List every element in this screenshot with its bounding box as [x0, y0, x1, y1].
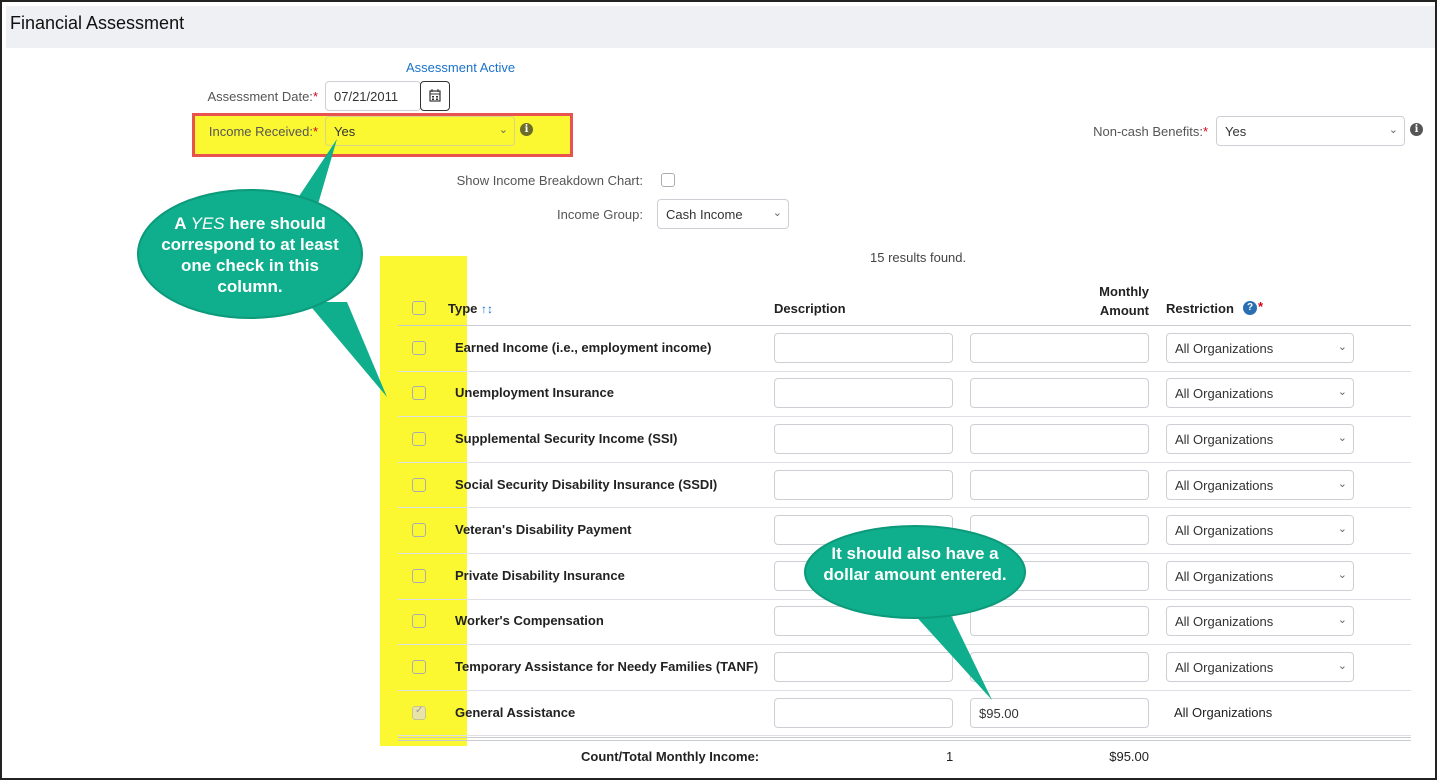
row-type-label: Worker's Compensation — [455, 613, 604, 629]
footer-divider — [398, 737, 1411, 738]
row-type-label: Private Disability Insurance — [455, 567, 625, 583]
row-restriction-select[interactable]: All Organizations ⌄ — [1166, 652, 1354, 682]
row-checkbox[interactable] — [412, 523, 426, 538]
callout-amount-text: It should also have a dollar amount ente… — [823, 544, 1007, 584]
row-restriction-select[interactable]: All Organizations ⌄ — [1166, 469, 1354, 500]
chevron-down-icon: ⌄ — [1337, 568, 1347, 581]
row-checkbox[interactable] — [412, 477, 426, 492]
row-amount-input[interactable] — [970, 378, 1149, 409]
chevron-down-icon: ⌄ — [772, 207, 782, 219]
show-chart-checkbox[interactable] — [661, 173, 675, 187]
row-restriction-select[interactable]: All Organizations ⌄ — [1166, 378, 1354, 409]
row-checkbox[interactable] — [412, 660, 426, 674]
header-divider — [398, 325, 1411, 326]
chevron-down-icon: ⌄ — [1337, 386, 1347, 399]
required-marker: * — [1202, 124, 1208, 139]
column-header-restriction: Restriction — [1166, 301, 1234, 316]
row-amount-input[interactable] — [970, 424, 1149, 454]
footer-total: $95.00 — [1109, 749, 1149, 764]
footer-divider — [398, 740, 1411, 741]
row-restriction-select[interactable]: All Organizations ⌄ — [1166, 332, 1354, 363]
help-icon[interactable]: ? — [1243, 301, 1257, 315]
footer-label: Count/Total Monthly Income: — [581, 749, 760, 764]
row-description-input[interactable] — [774, 469, 953, 500]
assessment-date-label: Assessment Date:* — [207, 89, 318, 104]
app-frame: Financial Assessment Assessment Active A… — [0, 0, 1437, 780]
row-description-input[interactable] — [774, 378, 953, 409]
chevron-down-icon: ⌄ — [1337, 614, 1347, 627]
assessment-date-input[interactable]: 07/21/2011 — [325, 81, 421, 111]
calendar-button[interactable] — [420, 81, 450, 111]
title-bar: Financial Assessment — [6, 6, 1435, 48]
row-type-label: Supplemental Security Income (SSI) — [455, 431, 678, 446]
row-restriction-select[interactable]: All Organizations ⌄ — [1166, 560, 1354, 591]
chevron-down-icon: ⌄ — [1337, 340, 1347, 353]
row-restriction-select[interactable]: All Organizations ⌄ — [1166, 515, 1354, 546]
row-type-label: Social Security Disability Insurance (SS… — [455, 476, 718, 492]
income-group-select[interactable]: Cash Income ⌄ — [657, 199, 789, 229]
info-icon[interactable]: i — [1410, 123, 1423, 136]
row-checkbox[interactable]: ✓ — [412, 704, 426, 720]
row-restriction-text: All Organizations — [1174, 704, 1273, 720]
chevron-down-icon: ⌄ — [498, 124, 508, 136]
footer-count: 1 — [946, 749, 954, 764]
row-description-input[interactable] — [774, 332, 953, 363]
row-amount-input[interactable] — [970, 469, 1149, 500]
row-restriction-select[interactable]: All Organizations ⌄ — [1166, 424, 1354, 454]
row-checkbox[interactable] — [412, 568, 426, 583]
chevron-down-icon: ⌄ — [1337, 660, 1347, 672]
income-group-label: Income Group: — [557, 207, 643, 222]
calendar-icon — [429, 89, 441, 102]
chevron-down-icon: ⌄ — [1388, 124, 1398, 136]
non-cash-benefits-label: Non-cash Benefits:* — [1093, 124, 1208, 139]
required-marker: * — [312, 89, 318, 104]
callout-yes-text: A YES here should correspond to at least… — [161, 214, 339, 296]
row-divider — [398, 461, 1411, 463]
chevron-down-icon: ⌄ — [1337, 523, 1347, 536]
chevron-down-icon: ⌄ — [1337, 432, 1347, 444]
results-count: 15 results found. — [870, 250, 967, 265]
row-divider — [398, 370, 1411, 372]
row-type-label: Unemployment Insurance — [455, 385, 614, 401]
chevron-down-icon: ⌄ — [1337, 477, 1347, 490]
column-header-description: Description — [774, 301, 846, 316]
required-marker: * — [1258, 299, 1264, 314]
row-description-input[interactable] — [774, 424, 953, 454]
non-cash-benefits-select[interactable]: Yes ⌄ — [1216, 116, 1405, 146]
row-checkbox[interactable] — [412, 432, 426, 446]
row-divider — [398, 507, 1411, 509]
row-checkbox[interactable] — [412, 614, 426, 629]
row-type-label: Veteran's Disability Payment — [455, 522, 632, 538]
page-title: Financial Assessment — [10, 13, 185, 33]
row-divider — [398, 416, 1411, 418]
info-icon[interactable]: i — [520, 123, 533, 136]
assessment-active-link[interactable]: Assessment Active — [406, 60, 515, 75]
sort-icon[interactable]: ↑↕ — [481, 302, 493, 316]
row-restriction-select[interactable]: All Organizations ⌄ — [1166, 606, 1354, 637]
row-type-label: Temporary Assistance for Needy Families … — [455, 659, 759, 674]
row-type-label: General Assistance — [455, 704, 576, 720]
row-amount-input[interactable] — [970, 332, 1149, 363]
column-header-monthly-amount: Monthly Amount — [1099, 284, 1149, 318]
row-type-label: Earned Income (i.e., employment income) — [455, 339, 712, 355]
check-icon: ✓ — [415, 704, 424, 716]
